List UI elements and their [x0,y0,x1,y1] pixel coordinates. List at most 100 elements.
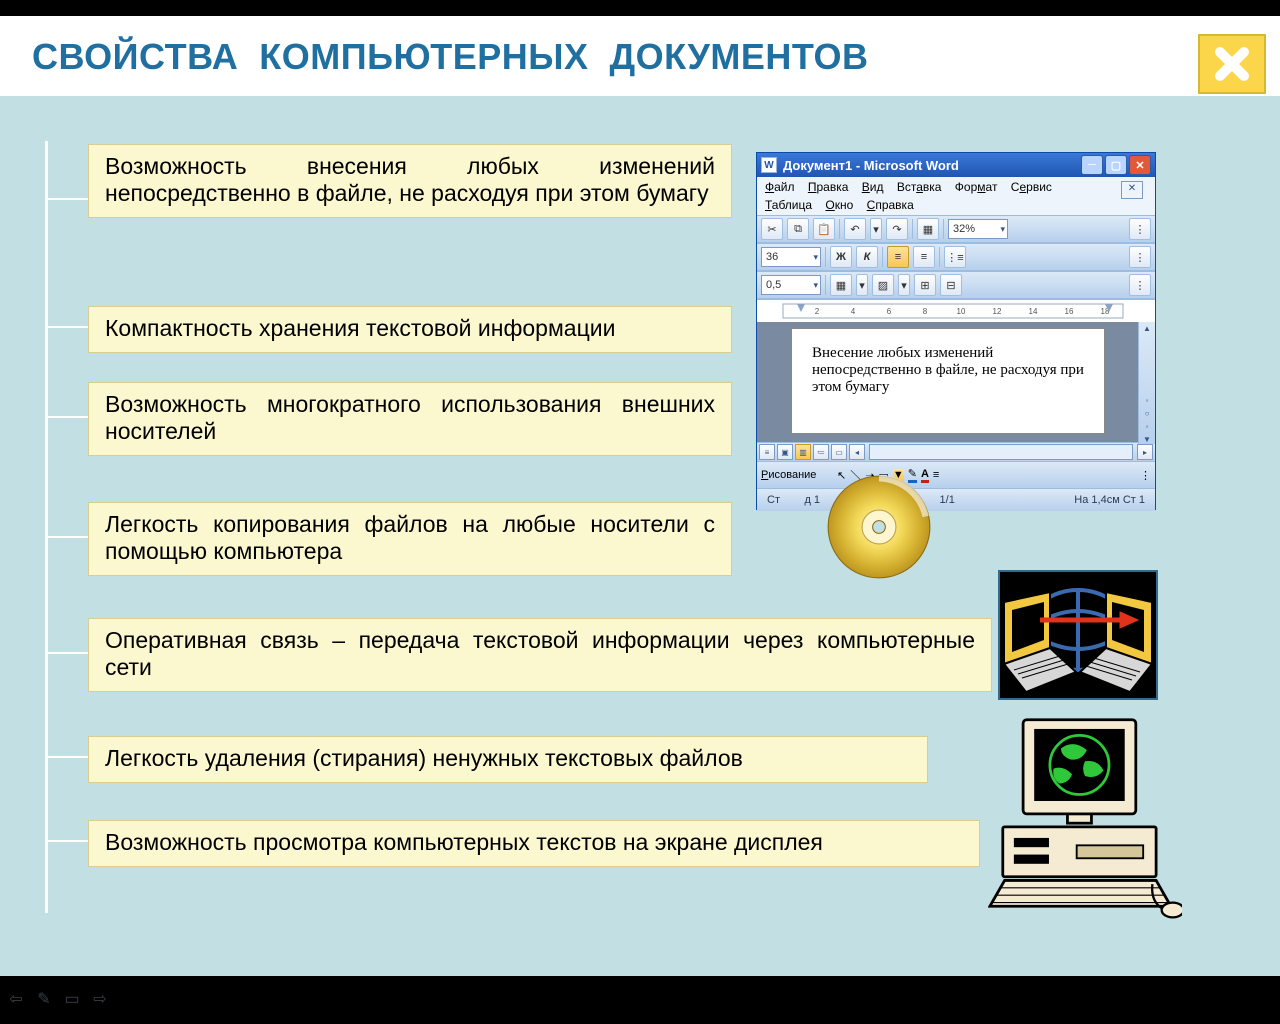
list-item-text: Легкость удаления (стирания) ненужных те… [105,745,911,772]
word-menubar[interactable]: Файл Правка Вид Вставка Формат Сервис ✕ … [757,177,1155,215]
toolbar-options-icon[interactable]: ⋮ [1140,469,1151,482]
word-toolbar-standard[interactable]: ✂ ⧉ 📋 ↶ ▾ ↷ ▦ 32% ⋮ [757,215,1155,243]
svg-text:8: 8 [923,307,928,316]
status-page: 1/1 [940,494,955,506]
list-item: Оперативная связь – передача текстовой и… [88,618,992,692]
slide-body: Возможность внесения любых изменений неп… [0,96,1280,976]
viewer-pen-button[interactable]: ✎ [34,990,54,1008]
reading-view-icon[interactable]: ▭ [831,444,847,460]
word-status-bar: Ст д 1 1/1 На 1,4см Ст 1 [757,488,1155,511]
svg-text:14: 14 [1029,307,1038,316]
zoom-select[interactable]: 32% [948,219,1008,239]
toolbar-options-icon[interactable]: ⋮ [1129,218,1151,240]
viewer-menu-button[interactable]: ▭ [62,990,82,1008]
network-computers-icon [998,570,1158,700]
linespacing-select[interactable]: 0,5 [761,275,821,295]
fontsize-select[interactable]: 36 [761,247,821,267]
redo-icon[interactable]: ↷ [886,218,908,240]
insert-table-icon[interactable]: ⊞ [914,274,936,296]
border-icon[interactable]: ▦ [830,274,852,296]
list-item: Возможность внесения любых изменений неп… [88,144,732,218]
word-toolbar-format[interactable]: 36 Ж К ≡ ≡ ⋮≡ ⋮ [757,243,1155,271]
prev-page-icon[interactable]: ◦ [1146,396,1149,405]
window-close-icon[interactable]: ✕ [1129,155,1151,175]
vertical-scrollbar[interactable]: ▲ ◦ ○ ◦ ▼ [1138,322,1155,444]
list-item: Возможность просмотра компьютерных текст… [88,820,980,867]
shading-icon[interactable]: ▨ [872,274,894,296]
menu-item[interactable]: Формат [953,179,1000,195]
branch-line [46,416,88,418]
list-spine [46,142,47,912]
web-view-icon[interactable]: ▣ [777,444,793,460]
word-toolbar-table[interactable]: 0,5 ▦ ▾ ▨ ▾ ⊞ ⊟ ⋮ [757,271,1155,299]
word-document-area[interactable]: Внесение любых изменений непосредственно… [757,322,1155,442]
align-center-icon[interactable]: ≡ [913,246,935,268]
menu-item[interactable]: Таблица [763,197,814,213]
viewer-next-button[interactable]: ⇨ [90,990,110,1008]
toolbar-options-icon[interactable]: ⋮ [1129,246,1151,268]
cut-icon[interactable]: ✂ [761,218,783,240]
browse-object-icon[interactable]: ○ [1145,409,1150,418]
menu-item[interactable]: Окно [823,197,855,213]
drawing-menu[interactable]: Рисование [761,469,833,481]
bold-button[interactable]: Ж [830,246,852,268]
close-icon [1212,44,1252,84]
list-item-text: Возможность просмотра компьютерных текст… [105,829,963,856]
list-item: Легкость удаления (стирания) ненужных те… [88,736,928,783]
list-item: Компактность хранения текстовой информац… [88,306,732,353]
print-view-icon[interactable]: ▥ [795,444,811,460]
scroll-left-icon[interactable]: ◂ [849,444,865,460]
branch-line [46,198,88,200]
title-bar: СВОЙСТВА КОМПЬЮТЕРНЫХ ДОКУМЕНТОВ [0,16,1280,96]
horizontal-scrollbar[interactable] [869,444,1133,460]
line-style-icon[interactable]: ≡ [933,469,939,481]
scroll-right-icon[interactable]: ▸ [1137,444,1153,460]
word-titlebar[interactable]: W Документ1 - Microsoft Word ─ ▢ ✕ [757,153,1155,177]
menu-item[interactable]: Файл [763,179,797,195]
list-item: Возможность многократного использования … [88,382,732,456]
menu-item[interactable]: Сервис [1009,179,1054,195]
word-view-bar[interactable]: ≡ ▣ ▥ ≔ ▭ ◂ ▸ [757,442,1155,461]
menu-item[interactable]: Вставка [895,179,944,195]
paste-icon[interactable]: 📋 [813,218,835,240]
outline-view-icon[interactable]: ≔ [813,444,829,460]
scroll-down-icon[interactable]: ▼ [1143,435,1151,444]
slide-title: СВОЙСТВА КОМПЬЮТЕРНЫХ ДОКУМЕНТОВ [32,36,869,78]
viewer-prev-button[interactable]: ⇦ [6,990,26,1008]
merge-cells-icon[interactable]: ⊟ [940,274,962,296]
window-maximize-icon[interactable]: ▢ [1105,155,1127,175]
word-app-icon: W [761,157,777,173]
border-dropdown-icon[interactable]: ▾ [856,274,868,296]
italic-button[interactable]: К [856,246,878,268]
svg-text:12: 12 [993,307,1002,316]
word-page-text: Внесение любых изменений непосредственно… [812,345,1084,395]
menu-item[interactable]: Справка [865,197,916,213]
slide-stage: СВОЙСТВА КОМПЬЮТЕРНЫХ ДОКУМЕНТОВ Возможн… [0,16,1280,976]
normal-view-icon[interactable]: ≡ [759,444,775,460]
word-page[interactable]: Внесение любых изменений непосредственно… [791,328,1105,434]
copy-icon[interactable]: ⧉ [787,218,809,240]
undo-dropdown-icon[interactable]: ▾ [870,218,882,240]
viewer-controls: ⇦ ✎ ▭ ⇨ [6,990,110,1008]
next-page-icon[interactable]: ◦ [1146,422,1149,431]
scroll-up-icon[interactable]: ▲ [1143,324,1151,333]
table-icon[interactable]: ▦ [917,218,939,240]
list-item-text: Компактность хранения текстовой информац… [105,315,715,342]
status-pos: На 1,4см Ст 1 [1074,494,1145,506]
branch-line [46,536,88,538]
word-drawing-toolbar[interactable]: Рисование ↖ ＼ ➝ ▭ ▼ ✎ A ≡ ⋮ [757,461,1155,488]
toolbar-options-icon[interactable]: ⋮ [1129,274,1151,296]
word-ruler[interactable]: 2 4 6 8 10 12 14 16 18 [757,299,1155,322]
menu-item[interactable]: Правка [806,179,851,195]
window-minimize-icon[interactable]: ─ [1081,155,1103,175]
undo-icon[interactable]: ↶ [844,218,866,240]
svg-text:6: 6 [887,307,892,316]
align-left-icon[interactable]: ≡ [887,246,909,268]
list-icon[interactable]: ⋮≡ [944,246,966,268]
branch-line [46,326,88,328]
menu-close-icon[interactable]: ✕ [1121,181,1143,199]
branch-line [46,840,88,842]
menu-item[interactable]: Вид [860,179,886,195]
shading-dropdown-icon[interactable]: ▾ [898,274,910,296]
close-button[interactable] [1198,34,1266,94]
